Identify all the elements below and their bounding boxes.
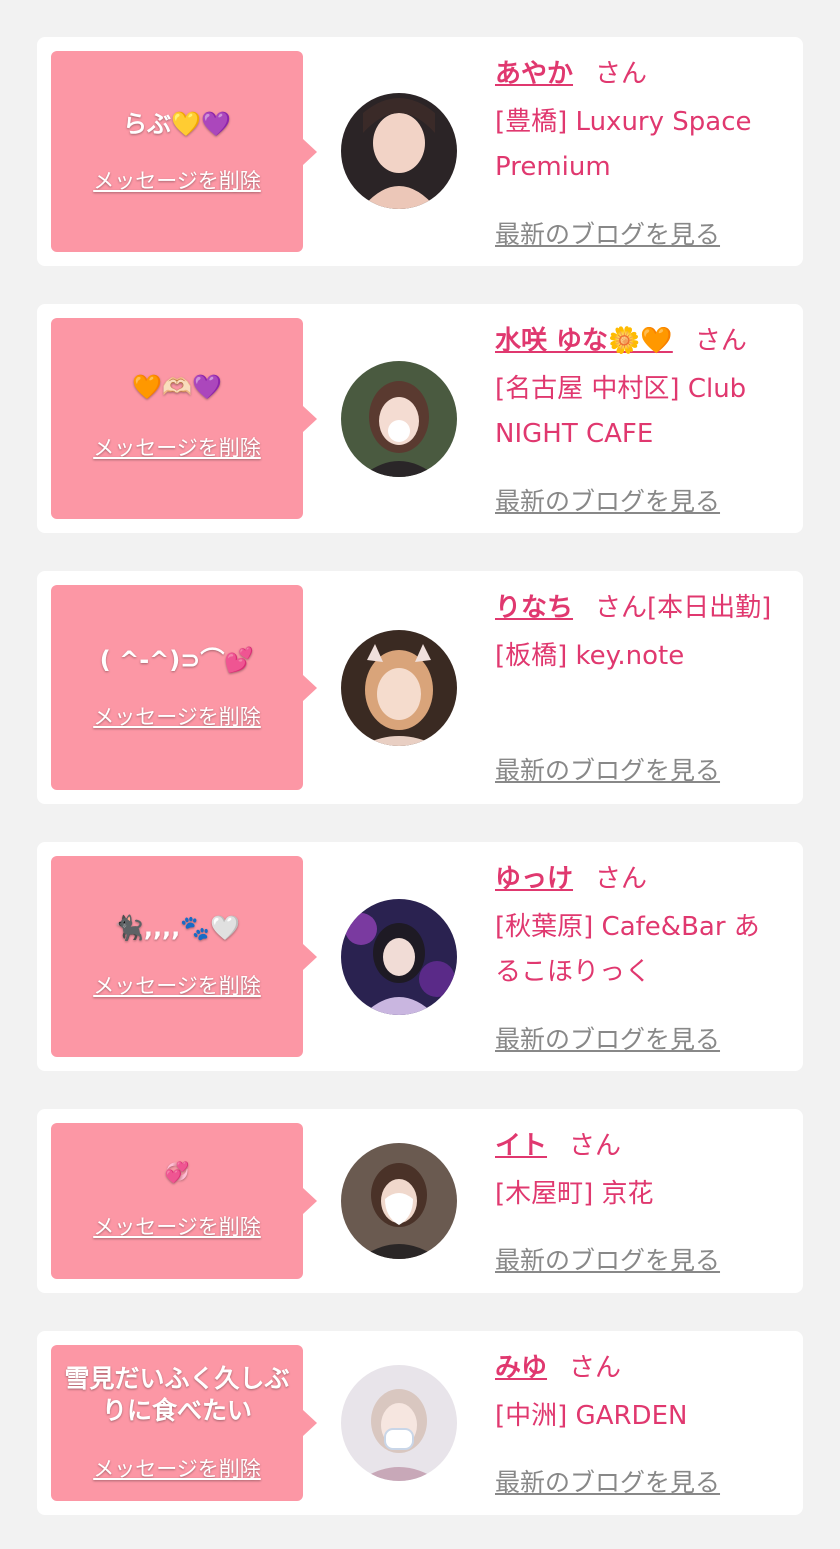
message-bubble: 🧡🫶🏻💜 メッセージを削除 (51, 318, 317, 519)
message-bubble: らぶ💛💜 メッセージを削除 (51, 51, 317, 252)
cast-name-link[interactable]: みゆ (495, 1353, 547, 1383)
cast-info: りなち さん[本日出勤] [板橋] key.note (495, 586, 785, 679)
name-suffix: さん[本日出勤] (595, 593, 772, 623)
shop-label: [名古屋 中村区] Club NIGHT CAFE (495, 374, 747, 449)
cast-info: みゆ さん [中洲] GARDEN (495, 1346, 785, 1439)
latest-blog-link[interactable]: 最新のブログを見る (495, 1463, 720, 1499)
latest-blog-link[interactable]: 最新のブログを見る (495, 751, 720, 787)
cast-name-link[interactable]: 水咲 ゆな🌼🧡 (495, 326, 673, 356)
cast-name-link[interactable]: ゆっけ (495, 864, 573, 894)
avatar[interactable] (341, 361, 457, 477)
name-suffix: さん (595, 864, 648, 894)
delete-message-link[interactable]: メッセージを削除 (51, 165, 303, 195)
cast-name-link[interactable]: りなち (495, 593, 573, 623)
message-text: らぶ💛💜 (123, 110, 231, 138)
delete-message-link[interactable]: メッセージを削除 (51, 701, 303, 731)
cast-info: イト さん [木屋町] 京花 (495, 1124, 785, 1217)
shop-label: [木屋町] 京花 (495, 1179, 654, 1209)
latest-blog-link[interactable]: 最新のブログを見る (495, 1241, 720, 1277)
message-text: 🧡🫶🏻💜 (132, 373, 222, 401)
cast-info: あやか さん [豊橋] Luxury Space Premium (495, 52, 785, 190)
shop-label: [豊橋] Luxury Space Premium (495, 107, 752, 182)
avatar[interactable] (341, 899, 457, 1015)
message-text: 💞 (164, 1160, 190, 1184)
delete-message-link[interactable]: メッセージを削除 (51, 1453, 303, 1483)
latest-blog-link[interactable]: 最新のブログを見る (495, 215, 720, 251)
avatar[interactable] (341, 630, 457, 746)
message-text: 雪見だいふく久しぶりに食べたい (64, 1364, 290, 1425)
cast-info: 水咲 ゆな🌼🧡 さん [名古屋 中村区] Club NIGHT CAFE (495, 319, 785, 457)
favorite-card: ( ^-^)⊃⌒💕 メッセージを削除 りなち さん[本日出勤] [板橋] key.… (37, 571, 803, 804)
message-bubble: 雪見だいふく久しぶりに食べたい メッセージを削除 (51, 1345, 317, 1501)
delete-message-link[interactable]: メッセージを削除 (51, 432, 303, 462)
message-bubble: 💞 メッセージを削除 (51, 1123, 317, 1279)
latest-blog-link[interactable]: 最新のブログを見る (495, 1020, 720, 1056)
shop-label: [板橋] key.note (495, 641, 685, 671)
cast-info: ゆっけ さん [秋葉原] Cafe&Bar あるこほりっく (495, 857, 785, 995)
delete-message-link[interactable]: メッセージを削除 (51, 1211, 303, 1241)
favorite-card: 💞 メッセージを削除 イト さん [木屋町] 京花 最新のブログを見る (37, 1109, 803, 1293)
message-bubble: 🐈‍⬛,,,,🐾🤍 メッセージを削除 (51, 856, 317, 1057)
name-suffix: さん (694, 326, 747, 356)
name-suffix: さん (569, 1131, 622, 1161)
delete-message-link[interactable]: メッセージを削除 (51, 970, 303, 1000)
cast-name-link[interactable]: あやか (495, 59, 573, 89)
name-suffix: さん (595, 59, 648, 89)
message-text: ( ^-^)⊃⌒💕 (99, 646, 255, 674)
latest-blog-link[interactable]: 最新のブログを見る (495, 482, 720, 518)
avatar[interactable] (341, 1365, 457, 1481)
favorite-card: らぶ💛💜 メッセージを削除 あやか さん [豊橋] Luxury Space Pr… (37, 37, 803, 266)
name-suffix: さん (569, 1353, 622, 1383)
avatar[interactable] (341, 93, 457, 209)
cast-name-link[interactable]: イト (495, 1131, 547, 1161)
shop-label: [中洲] GARDEN (495, 1401, 688, 1431)
favorite-card: 雪見だいふく久しぶりに食べたい メッセージを削除 みゆ さん [中洲] GARDE… (37, 1331, 803, 1515)
message-bubble: ( ^-^)⊃⌒💕 メッセージを削除 (51, 585, 317, 790)
favorite-card: 🧡🫶🏻💜 メッセージを削除 水咲 ゆな🌼🧡 さん [名古屋 中村区] Club N… (37, 304, 803, 533)
shop-label: [秋葉原] Cafe&Bar あるこほりっく (495, 912, 760, 987)
avatar[interactable] (341, 1143, 457, 1259)
favorite-card: 🐈‍⬛,,,,🐾🤍 メッセージを削除 ゆっけ さん [秋葉原] Cafe&Bar … (37, 842, 803, 1071)
message-text: 🐈‍⬛,,,,🐾🤍 (113, 914, 241, 942)
favorite-list: らぶ💛💜 メッセージを削除 あやか さん [豊橋] Luxury Space Pr… (0, 0, 840, 1549)
